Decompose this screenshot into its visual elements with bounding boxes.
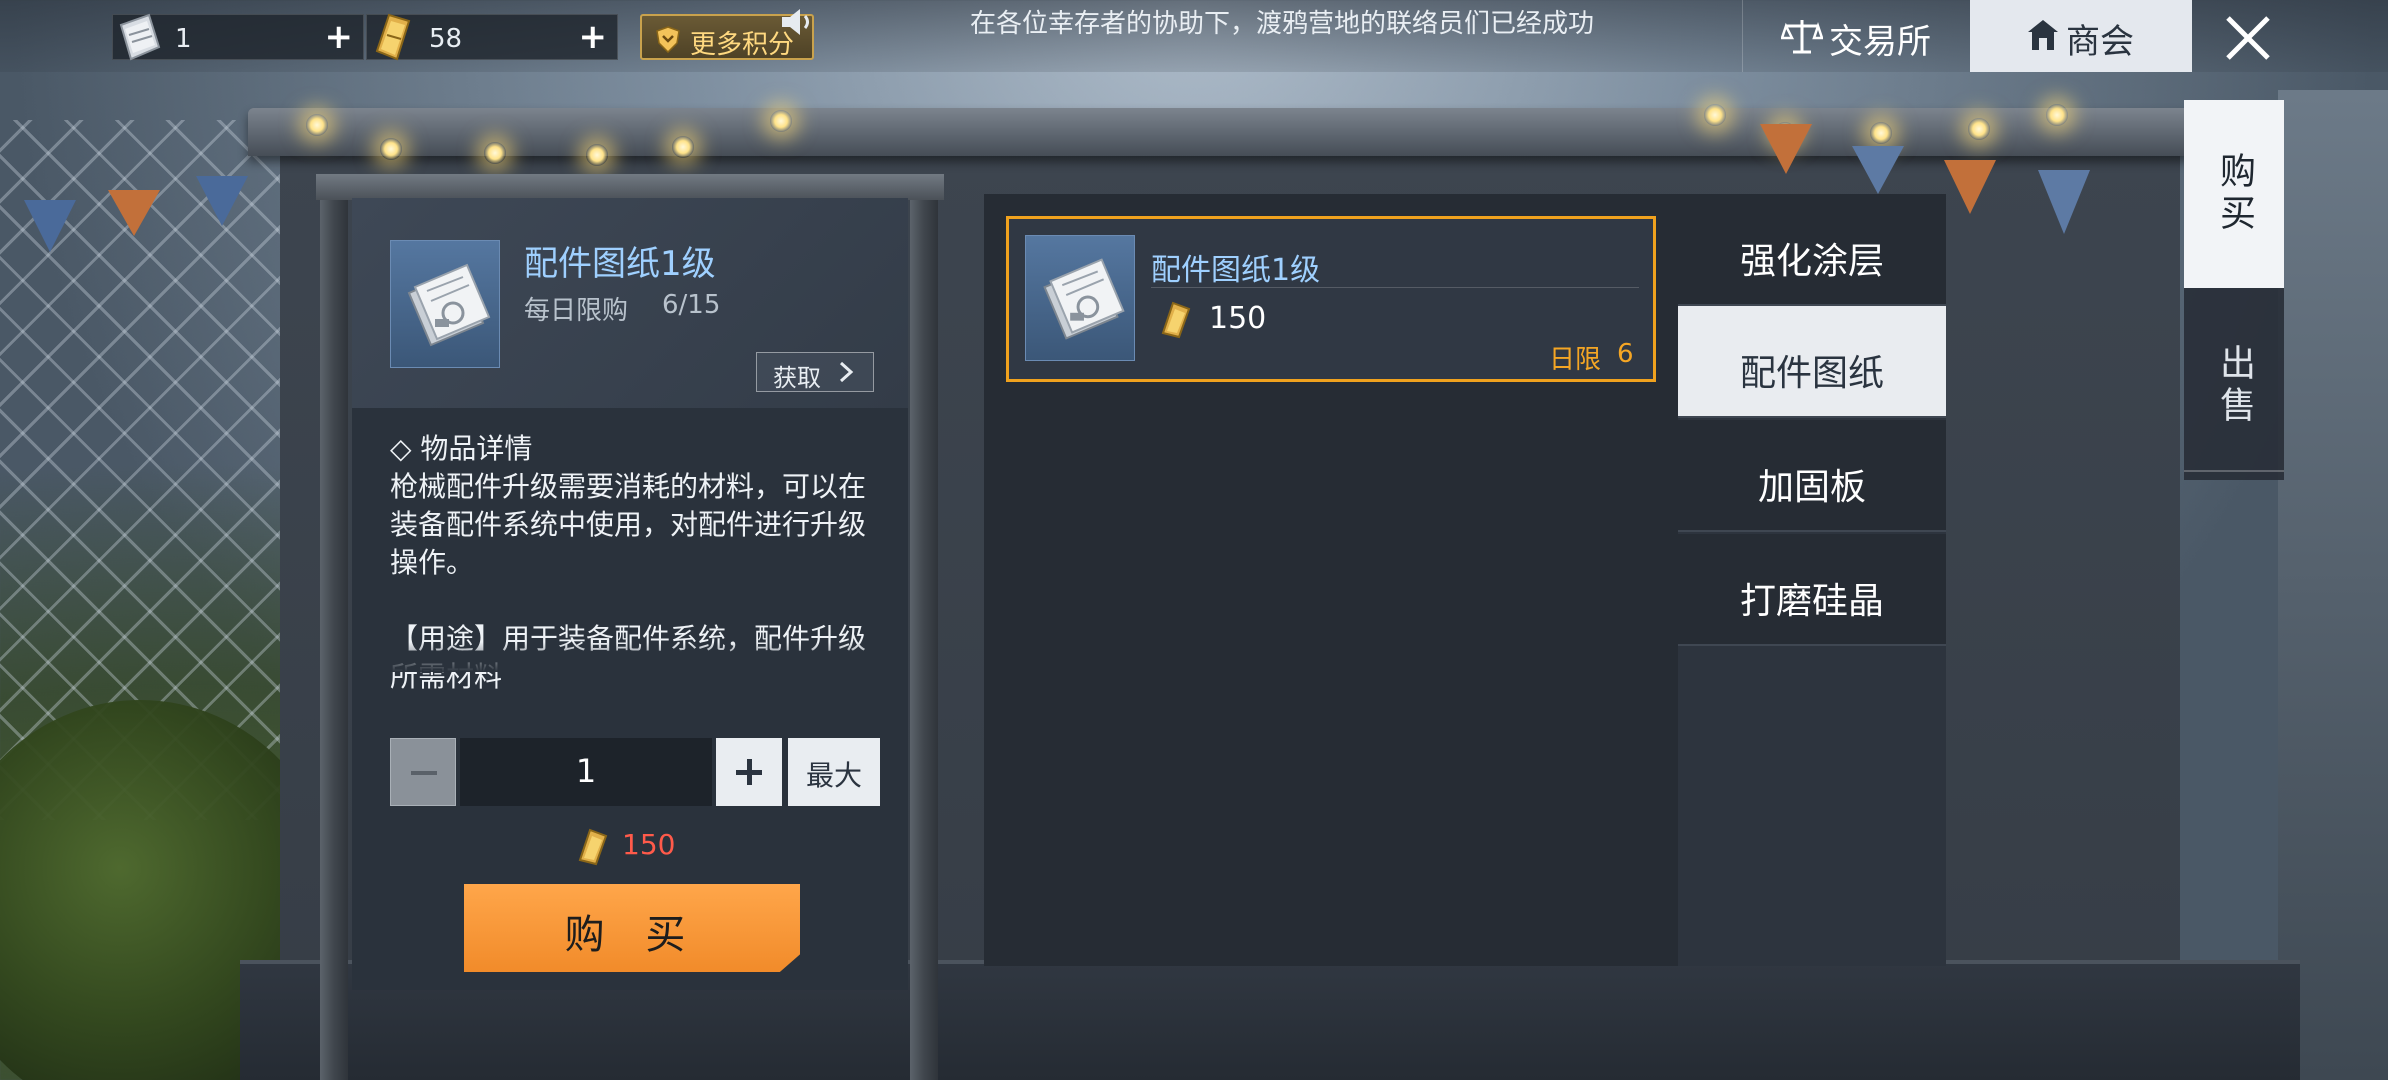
category-label: 强化涂层 (1739, 241, 1884, 282)
tab-sell[interactable]: 出售 (2184, 292, 2284, 480)
obtain-button[interactable]: 获取 (756, 352, 874, 392)
product-name: 配件图纸1级 (1151, 253, 1321, 288)
exchange-tab[interactable]: 交易所 (1742, 0, 1972, 72)
max-quantity-button[interactable]: 最大 (788, 738, 880, 806)
signpost-left (320, 182, 348, 1080)
max-label: 最大 (805, 759, 862, 792)
signboard-top (316, 174, 944, 200)
light-bulb (484, 142, 506, 164)
item-detail-header: 配件图纸1级 每日限购 6/15 获取 (352, 198, 908, 408)
obtain-label: 获取 (773, 364, 821, 392)
buy-sell-tabs: 购买 出售 (2184, 100, 2284, 480)
light-bulb (770, 110, 792, 132)
light-bulb (306, 114, 328, 136)
guild-label: 商会 (2066, 22, 2134, 62)
product-list: 配件图纸1级 150 日限 6 (984, 194, 1678, 966)
quantity-value: 1 (575, 752, 597, 790)
guild-tab[interactable]: 商会 (1970, 0, 2192, 72)
blueprint-paper-icon (407, 263, 491, 347)
category-list: 强化涂层 配件图纸 加固板 打磨硅晶 (1678, 194, 1946, 966)
bunting-flag (108, 190, 160, 236)
category-polished-crystal[interactable]: 打磨硅晶 (1678, 534, 1946, 646)
buy-button[interactable]: 购 买 (464, 884, 800, 972)
light-bulb (2046, 104, 2068, 126)
light-bulb (1704, 104, 1726, 126)
shield-badge-icon (656, 26, 680, 53)
light-bulb (586, 144, 608, 166)
gold-ticket-icon (1161, 301, 1191, 339)
light-bulb (1870, 122, 1892, 144)
side-tab-divider (2184, 470, 2284, 472)
quantity-stepper: 1 最大 (390, 738, 880, 806)
quantity-field[interactable]: 1 (460, 738, 712, 806)
chevron-right-icon (839, 361, 854, 383)
exchange-label: 交易所 (1829, 22, 1931, 62)
item-detail-panel: 配件图纸1级 每日限购 6/15 获取 ◇ 物品详情 枪械配件升级需要消耗的材料… (352, 198, 908, 990)
description-fade (352, 642, 908, 672)
signpost-right (910, 182, 938, 1080)
bunting-flag (1760, 124, 1812, 174)
category-label: 配件图纸 (1739, 353, 1884, 394)
currency-blueprint: 1 + (112, 13, 364, 61)
announcement-marquee: 在各位幸存者的协助下，渡鸦营地的联络员们已经成功 (970, 9, 1595, 39)
total-price-value: 150 (622, 828, 676, 861)
item-icon-frame (390, 240, 500, 368)
increase-quantity-button[interactable] (716, 738, 782, 806)
bunting-flag (1944, 160, 1996, 214)
item-name: 配件图纸1级 (524, 244, 716, 284)
daily-limit-value: 6/15 (662, 290, 721, 320)
add-gold-ticket-button[interactable]: + (579, 17, 608, 57)
card-divider (1151, 287, 1639, 288)
top-bar: 1 + 58 + 更多积分 在各位幸存者的协助下，渡鸦营地的联络员们已经成功 交… (0, 0, 2388, 72)
background-right (2278, 90, 2388, 1080)
product-card[interactable]: 配件图纸1级 150 日限 6 (1006, 216, 1656, 382)
light-bulb (672, 136, 694, 158)
tab-buy[interactable]: 购买 (2184, 100, 2284, 288)
category-reinforcement-plate[interactable]: 加固板 (1678, 420, 1946, 532)
category-blueprint[interactable]: 配件图纸 (1678, 306, 1946, 418)
description-header: ◇ 物品详情 (390, 432, 533, 465)
daily-limit-label: 每日限购 (524, 296, 629, 326)
bunting-flag (196, 176, 248, 226)
product-icon-frame (1025, 235, 1135, 361)
product-price: 150 (1209, 301, 1267, 336)
blueprint-paper-icon (1043, 258, 1125, 340)
currency-gold-ticket-value: 58 (429, 24, 463, 54)
light-bulb (1968, 118, 1990, 140)
light-bulb (380, 138, 402, 160)
decrease-quantity-button[interactable] (390, 738, 456, 806)
product-daily-limit-label: 日限 (1549, 345, 1602, 375)
add-blueprint-button[interactable]: + (325, 17, 354, 57)
category-coating[interactable]: 强化涂层 (1678, 194, 1946, 306)
total-price: 150 (572, 826, 772, 866)
bunting-flag (24, 200, 76, 252)
bunting-flag (1852, 146, 1904, 194)
category-label: 加固板 (1757, 467, 1866, 508)
currency-gold-ticket: 58 + (366, 13, 618, 61)
speaker-icon (782, 9, 809, 35)
house-icon (2028, 20, 2058, 50)
currency-blueprint-value: 1 (175, 24, 192, 54)
gold-ticket-icon (578, 828, 608, 866)
blueprint-ticket-icon (119, 13, 161, 61)
scales-icon (1781, 20, 1823, 54)
bunting-flag (2038, 170, 2090, 234)
gold-ticket-icon (375, 13, 411, 61)
close-icon[interactable] (2220, 12, 2276, 64)
category-label: 打磨硅晶 (1739, 581, 1884, 622)
product-daily-limit-value: 6 (1617, 339, 1634, 369)
buy-button-label: 购 买 (564, 912, 700, 958)
